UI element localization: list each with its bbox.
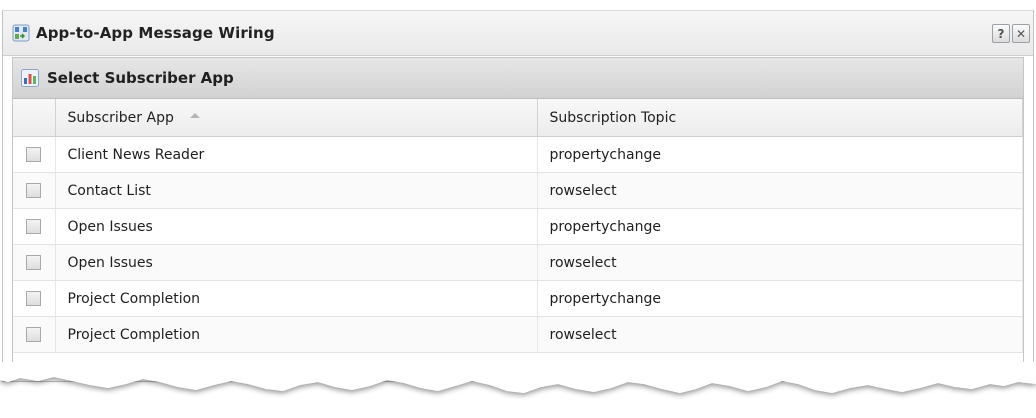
subscriber-app-cell: Contact List [55,172,538,209]
dialog-title: App-to-App Message Wiring [36,24,275,42]
row-checkbox-cell [13,208,56,245]
subscriber-app-cell: Client News Reader [55,136,538,173]
subscription-topic-cell: propertychange [537,208,1023,245]
row-checkbox[interactable] [26,183,42,198]
column-header-label: Subscription Topic [549,109,677,126]
table-row[interactable]: Project Completion propertychange [13,280,1023,317]
title-tools: ? ✕ [992,24,1030,43]
subscriber-grid: Subscriber App Subscription Topic Client… [13,99,1023,353]
subscriber-app-cell: Project Completion [55,316,538,353]
row-checkbox[interactable] [26,327,42,342]
table-row[interactable]: Open Issues rowselect [13,244,1023,281]
subscription-topic-cell: rowselect [537,316,1023,353]
column-header-label: Subscriber App [67,109,174,126]
row-checkbox-cell [13,172,56,209]
sort-ascending-icon [190,113,201,118]
panel-header: Select Subscriber App [13,58,1023,99]
table-row[interactable]: Client News Reader propertychange [13,136,1023,173]
column-header-subscriber-app[interactable]: Subscriber App [55,99,538,137]
subscription-topic-cell: rowselect [537,244,1023,281]
torn-edge [0,362,1036,393]
table-row[interactable]: Contact List rowselect [13,172,1023,209]
column-header-subscription-topic[interactable]: Subscription Topic [537,99,1023,137]
row-checkbox-cell [13,136,56,173]
chart-app-icon [21,69,39,87]
row-checkbox[interactable] [26,291,42,306]
subscription-topic-cell: propertychange [537,136,1023,173]
row-checkbox-cell [13,244,56,281]
wiring-dialog: App-to-App Message Wiring ? ✕ Select Sub… [2,10,1034,382]
subscriber-panel: Select Subscriber App Subscriber App Sub… [12,57,1024,381]
row-checkbox[interactable] [26,255,42,270]
help-icon[interactable]: ? [992,24,1010,43]
row-checkbox[interactable] [26,147,42,162]
row-checkbox-cell [13,316,56,353]
dialog-titlebar: App-to-App Message Wiring ? ✕ [3,11,1033,56]
table-row[interactable]: Project Completion rowselect [13,316,1023,353]
subscription-topic-cell: rowselect [537,172,1023,209]
row-checkbox[interactable] [26,219,42,234]
close-icon[interactable]: ✕ [1012,24,1030,43]
checkbox-column-header [13,99,56,137]
row-checkbox-cell [13,280,56,317]
subscription-topic-cell: propertychange [537,280,1023,317]
subscriber-app-cell: Project Completion [55,280,538,317]
table-row[interactable]: Open Issues propertychange [13,208,1023,245]
subscriber-app-cell: Open Issues [55,244,538,281]
panel-title: Select Subscriber App [47,69,234,87]
subscriber-app-cell: Open Issues [55,208,538,245]
wiring-app-icon [12,24,30,42]
